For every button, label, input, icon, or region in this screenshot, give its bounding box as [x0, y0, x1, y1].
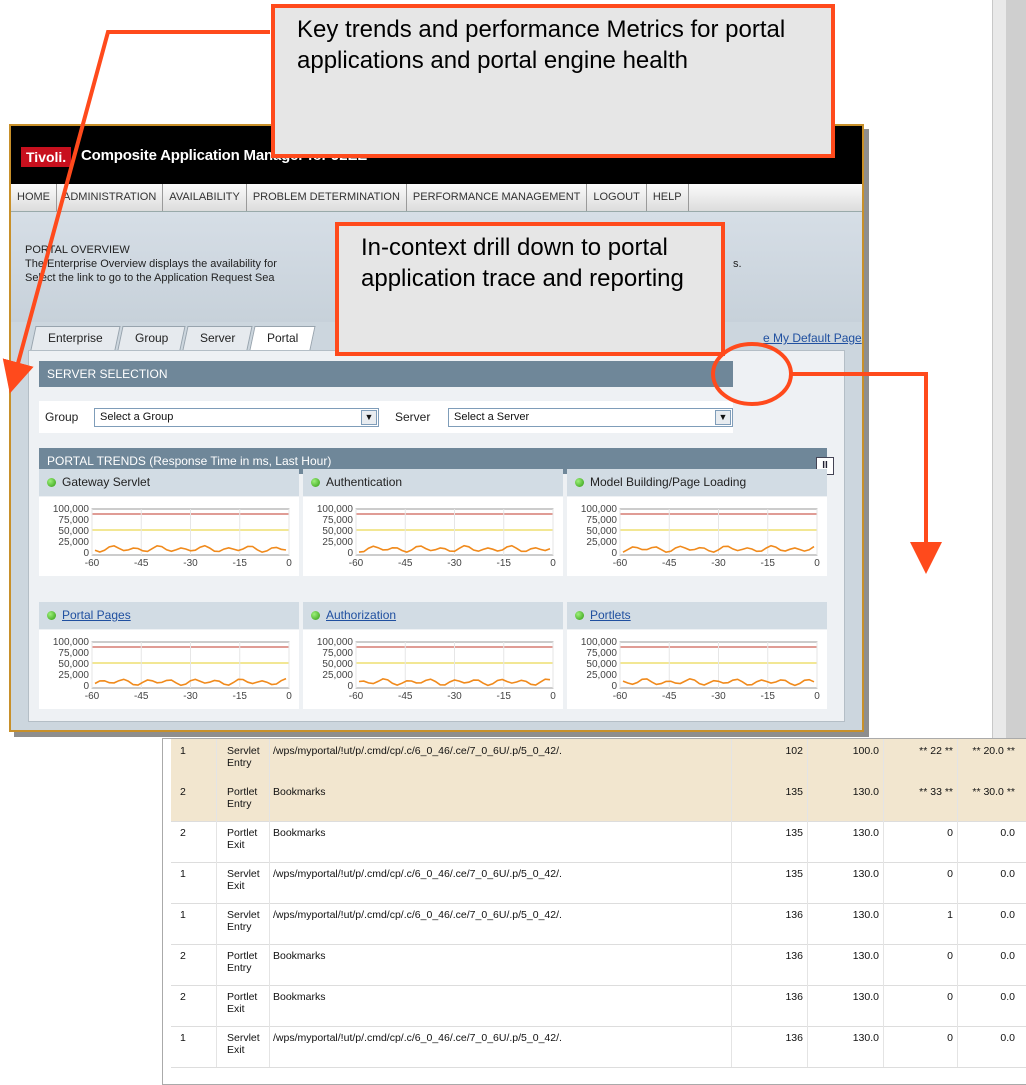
callout-arrow-right	[791, 372, 942, 574]
drill-down-callout: In-context drill down to portal applicat…	[335, 222, 725, 356]
callout-arrow-left	[2, 30, 270, 394]
key-trends-callout: Key trends and performance Metrics for p…	[271, 4, 835, 158]
annotation-arrows	[2, 30, 942, 574]
